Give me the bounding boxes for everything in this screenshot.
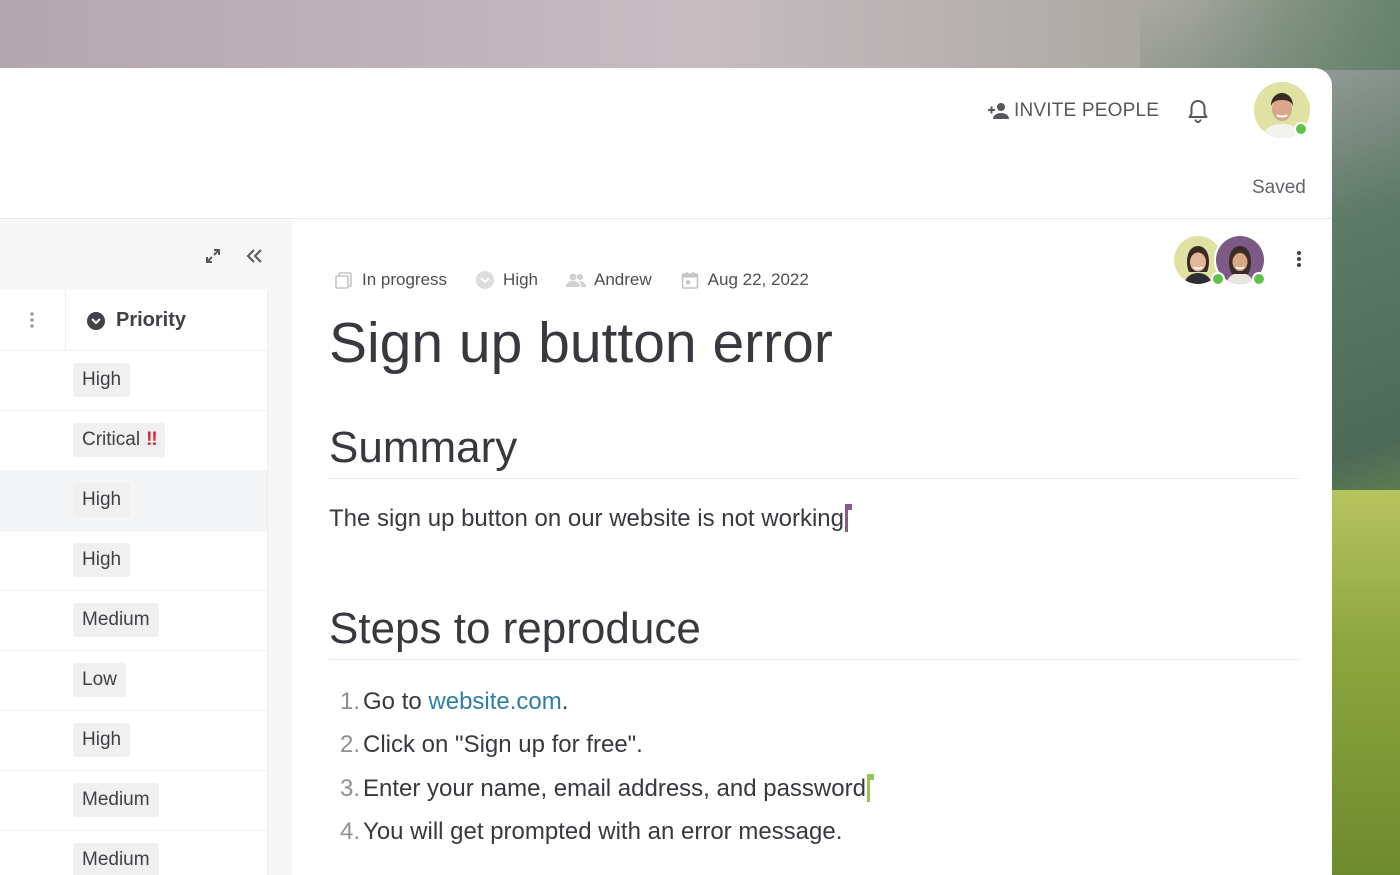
assignee-value: Andrew (594, 270, 652, 289)
collaborator-cursor (866, 773, 874, 802)
website-link[interactable]: website.com (428, 688, 561, 715)
tag-label: Medium (82, 849, 150, 870)
add-person-icon (988, 103, 1009, 119)
collapse-left-icon[interactable] (244, 246, 264, 266)
list-item[interactable]: 2. Click on "Sign up for free". (340, 723, 870, 766)
kebab-icon[interactable] (30, 312, 34, 328)
list-number: 3. (340, 774, 361, 802)
priority-value: High (503, 270, 539, 289)
sidebar-toolbar (0, 219, 292, 289)
tag-label: High (82, 549, 122, 570)
priority-table: Priority High Critical ‼ High High Medium… (0, 290, 268, 875)
priority-tag[interactable]: Critical ‼ (73, 423, 165, 457)
saved-status: Saved (1252, 177, 1306, 198)
row-menu-column (0, 290, 66, 350)
table-row[interactable]: Medium (0, 590, 267, 651)
step-text: Click on "Sign up for free". (363, 731, 643, 759)
tag-label: Medium (82, 789, 150, 810)
priority-tag[interactable]: High (73, 363, 131, 397)
online-status-dot (1294, 122, 1308, 136)
document-title[interactable]: Sign up button error (329, 310, 833, 376)
divider (329, 659, 1299, 660)
calendar-icon (681, 272, 698, 289)
steps-list: 1. Go to website.com. 2. Click on "Sign up… (340, 680, 874, 853)
priority-tag[interactable]: High (73, 543, 131, 577)
priority-tag[interactable]: Medium (73, 843, 159, 875)
sidebar-panel: Priority High Critical ‼ High High Medium… (0, 219, 292, 875)
tag-label: Critical (82, 429, 141, 450)
bell-icon[interactable] (1186, 98, 1210, 124)
online-status-dot (1252, 272, 1266, 286)
table-row[interactable]: Critical ‼ (0, 410, 267, 471)
table-row[interactable]: High (0, 710, 267, 771)
list-item[interactable]: 4. You will get prompted with an error me… (340, 810, 870, 853)
list-number: 4. (340, 817, 361, 845)
list-number: 1. (340, 688, 361, 715)
divider (329, 478, 1299, 479)
list-item[interactable]: 1. Go to website.com. (340, 680, 870, 723)
status-property[interactable]: In progress (334, 270, 447, 290)
table-row[interactable]: High (0, 530, 267, 591)
table-row[interactable]: High (0, 470, 267, 531)
date-value: Aug 22, 2022 (707, 270, 809, 289)
app-window: INVITE PEOPLE Saved Priority High Critic… (0, 68, 1332, 875)
tag-label: Medium (82, 609, 150, 630)
step-text: You will get prompted with an error mess… (363, 817, 843, 845)
document-properties: In progress High Andrew Aug 22, 2022 (334, 269, 837, 291)
priority-tag[interactable]: Low (73, 663, 126, 697)
table-row[interactable]: Medium (0, 770, 267, 831)
summary-heading[interactable]: Summary (329, 423, 517, 473)
priority-column-title: Priority (116, 309, 187, 331)
step-text: Go to (363, 688, 429, 715)
priority-tag[interactable]: Medium (73, 783, 159, 817)
date-property[interactable]: Aug 22, 2022 (680, 270, 809, 290)
list-number: 2. (340, 731, 361, 759)
table-row[interactable]: Low (0, 650, 267, 711)
step-text: Enter your name, email address, and pass… (363, 774, 866, 802)
table-row[interactable]: High (0, 350, 267, 411)
collaborator-cursor (844, 504, 852, 532)
priority-circle-icon (87, 311, 105, 330)
invite-people-label: INVITE PEOPLE (1014, 100, 1160, 121)
summary-text: The sign up button on our website is not… (329, 505, 844, 532)
priority-property[interactable]: High (475, 270, 538, 290)
invite-people-button[interactable]: INVITE PEOPLE (988, 99, 1159, 123)
expand-icon[interactable] (204, 247, 222, 265)
kebab-icon[interactable] (1296, 250, 1302, 268)
summary-paragraph[interactable]: The sign up button on our website is not… (329, 504, 852, 533)
priority-tag[interactable]: Medium (73, 603, 159, 637)
priority-column-header[interactable]: Priority (86, 309, 186, 332)
table-header: Priority (0, 290, 267, 351)
online-status-dot (1211, 272, 1225, 286)
table-row[interactable]: Medium (0, 830, 267, 875)
priority-tag[interactable]: High (73, 483, 131, 517)
assignee-icon (566, 273, 587, 287)
critical-flag-icon: ‼ (146, 429, 158, 450)
tag-label: High (82, 729, 122, 750)
priority-icon (476, 271, 495, 289)
assignee-property[interactable]: Andrew (566, 270, 652, 290)
status-icon (335, 272, 352, 289)
status-value: In progress (362, 270, 448, 289)
tag-label: High (82, 489, 122, 510)
list-item[interactable]: 3. Enter your name, email address, and pa… (340, 767, 874, 810)
step-text-end: . (561, 688, 569, 715)
tag-label: High (82, 369, 122, 390)
tag-label: Low (82, 669, 117, 690)
top-bar: INVITE PEOPLE Saved (0, 68, 1332, 219)
priority-tag[interactable]: High (73, 723, 131, 757)
steps-heading[interactable]: Steps to reproduce (329, 604, 701, 654)
